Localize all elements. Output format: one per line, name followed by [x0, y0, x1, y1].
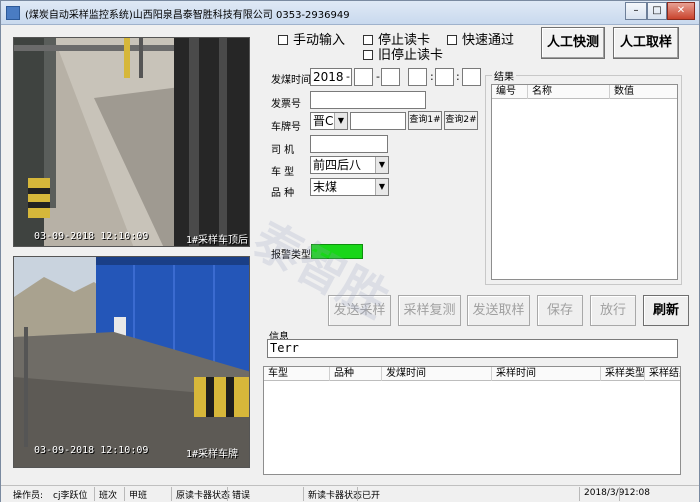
reader-status-label: 原读卡器状态: [176, 491, 231, 501]
send-sample-button[interactable]: 发送采样: [328, 295, 391, 326]
plate-label: 车牌号: [271, 122, 301, 133]
records-column-header[interactable]: 采样时间: [492, 367, 601, 381]
records-column-header[interactable]: 发煤时间: [382, 367, 492, 381]
results-group: 结果 编号 名称 数值: [485, 68, 682, 285]
time-separator: :: [456, 70, 460, 83]
chevron-down-icon: ▼: [375, 157, 388, 173]
ticket-time-label: 发煤时间: [271, 75, 311, 86]
query2-button[interactable]: 查询2#: [444, 111, 478, 130]
new-reader-status-label: 新读卡器状态: [308, 491, 363, 501]
status-divider: [619, 487, 620, 501]
ticket-time-minute-field[interactable]: [435, 68, 454, 86]
product-value: 末煤: [313, 180, 338, 194]
checkbox-box: [278, 35, 288, 45]
status-bar: 操作员: cj李跃位 班次 甲班 原读卡器状态 错误 新读卡器状态 已开 201…: [1, 485, 699, 502]
camera-image-top: [14, 38, 249, 246]
manual-input-label: 手动输入: [293, 33, 346, 48]
save-button[interactable]: 保存: [537, 295, 583, 326]
time-separator: :: [430, 70, 434, 83]
checkbox-box: [447, 35, 457, 45]
results-column-header[interactable]: 名称: [528, 85, 610, 99]
ticket-time-second-field[interactable]: [462, 68, 481, 86]
plate-prefix-value: 晋C: [313, 114, 334, 128]
vehicle-type-value: 前四后八: [313, 158, 362, 172]
manual-input-checkbox[interactable]: 手动输入: [278, 29, 345, 48]
manual-sample-button[interactable]: 人工取样: [613, 27, 679, 59]
close-button[interactable]: ✕: [667, 2, 695, 20]
new-reader-status-value: 已开: [362, 491, 381, 501]
release-button[interactable]: 放行: [590, 295, 636, 326]
maximize-button[interactable]: □: [647, 2, 667, 20]
shift-value: 甲班: [129, 491, 148, 501]
chevron-down-icon: ▼: [375, 179, 388, 195]
camera-caption-plate: 1#采样车牌: [186, 449, 239, 460]
camera-timestamp-plate: 03-09-2018 12:10:09: [34, 445, 149, 456]
window-title: (煤炭自动采样监控系统)山西阳泉昌泰智胜科技有限公司 0353-2936949: [25, 10, 350, 21]
ticket-time-hour-field[interactable]: [408, 68, 427, 86]
fast-pass-label: 快速通过: [462, 33, 515, 48]
alarm-type-label: 报警类型: [271, 250, 311, 261]
results-column-header[interactable]: 编号: [492, 85, 528, 99]
driver-label: 司 机: [271, 145, 295, 156]
minimize-button[interactable]: –: [625, 2, 647, 20]
app-icon: [6, 6, 20, 20]
fast-pass-checkbox[interactable]: 快速通过: [447, 29, 514, 48]
camera-caption-top: 1#采样车顶后: [186, 235, 249, 246]
alarm-status-indicator: [311, 244, 363, 259]
results-table[interactable]: 编号 名称 数值: [491, 84, 678, 280]
results-legend: 结果: [492, 68, 516, 83]
app-window: (煤炭自动采样监控系统)山西阳泉昌泰智胜科技有限公司 0353-2936949 …: [0, 0, 700, 502]
info-group: 信息 Terr: [263, 328, 682, 360]
camera-view-plate: 03-09-2018 12:10:09 1#采样车牌: [13, 256, 250, 468]
records-column-header[interactable]: 采样类型: [601, 367, 645, 381]
info-text-field[interactable]: Terr: [267, 339, 678, 358]
ticket-time-month-field[interactable]: [354, 68, 373, 86]
ticket-time-day-field[interactable]: [381, 68, 400, 86]
operator-label: 操作员:: [13, 491, 44, 501]
manual-quick-sample-button[interactable]: 人工快测: [541, 27, 605, 59]
records-column-header[interactable]: 车型: [264, 367, 330, 381]
records-column-header[interactable]: 采样结果: [645, 367, 680, 381]
camera-view-top: 03-09-2018 12:10:09 1#采样车顶后: [13, 37, 250, 247]
chevron-down-icon: ▼: [334, 113, 347, 129]
ticket-no-label: 发票号: [271, 99, 301, 110]
status-divider: [227, 487, 228, 501]
records-table[interactable]: 车型 品种 发煤时间 采样时间 采样类型 采样结果: [263, 366, 681, 475]
results-table-header: 编号 名称 数值: [492, 85, 677, 99]
status-divider: [124, 487, 125, 501]
camera-image-plate: [14, 257, 249, 467]
reader-status-value: 错误: [232, 491, 251, 501]
old-stop-read-card-checkbox[interactable]: 旧停止读卡: [363, 44, 443, 63]
status-divider: [171, 487, 172, 501]
status-divider: [579, 487, 580, 501]
results-column-header[interactable]: 数值: [610, 85, 677, 99]
status-time: 12:08: [624, 488, 650, 498]
status-divider: [303, 487, 304, 501]
driver-field[interactable]: [310, 135, 388, 153]
send-take-sample-button[interactable]: 发送取样: [467, 295, 530, 326]
product-select[interactable]: 末煤 ▼: [310, 178, 389, 196]
vehicle-type-select[interactable]: 前四后八 ▼: [310, 156, 389, 174]
title-bar: (煤炭自动采样监控系统)山西阳泉昌泰智胜科技有限公司 0353-2936949 …: [1, 1, 699, 25]
checkbox-box: [363, 50, 373, 60]
product-label: 品 种: [271, 188, 295, 199]
shift-label: 班次: [99, 491, 118, 501]
refresh-button[interactable]: 刷新: [643, 295, 689, 326]
records-table-header: 车型 品种 发煤时间 采样时间 采样类型 采样结果: [264, 367, 680, 381]
plate-prefix-select[interactable]: 晋C ▼: [310, 112, 348, 130]
query1-button[interactable]: 查询1#: [408, 111, 442, 130]
ticket-no-field[interactable]: [310, 91, 426, 109]
plate-number-field[interactable]: [350, 112, 406, 130]
records-column-header[interactable]: 品种: [330, 367, 382, 381]
sample-retest-button[interactable]: 采样复测: [398, 295, 461, 326]
date-separator: -: [346, 70, 350, 83]
operator-value: cj李跃位: [53, 491, 88, 501]
old-stop-read-card-label: 旧停止读卡: [378, 48, 444, 63]
status-divider: [357, 487, 358, 501]
vehicle-type-label: 车 型: [271, 167, 295, 178]
camera-timestamp-top: 03-09-2018 12:10:09: [34, 231, 149, 242]
status-divider: [94, 487, 95, 501]
date-separator: -: [376, 70, 380, 83]
